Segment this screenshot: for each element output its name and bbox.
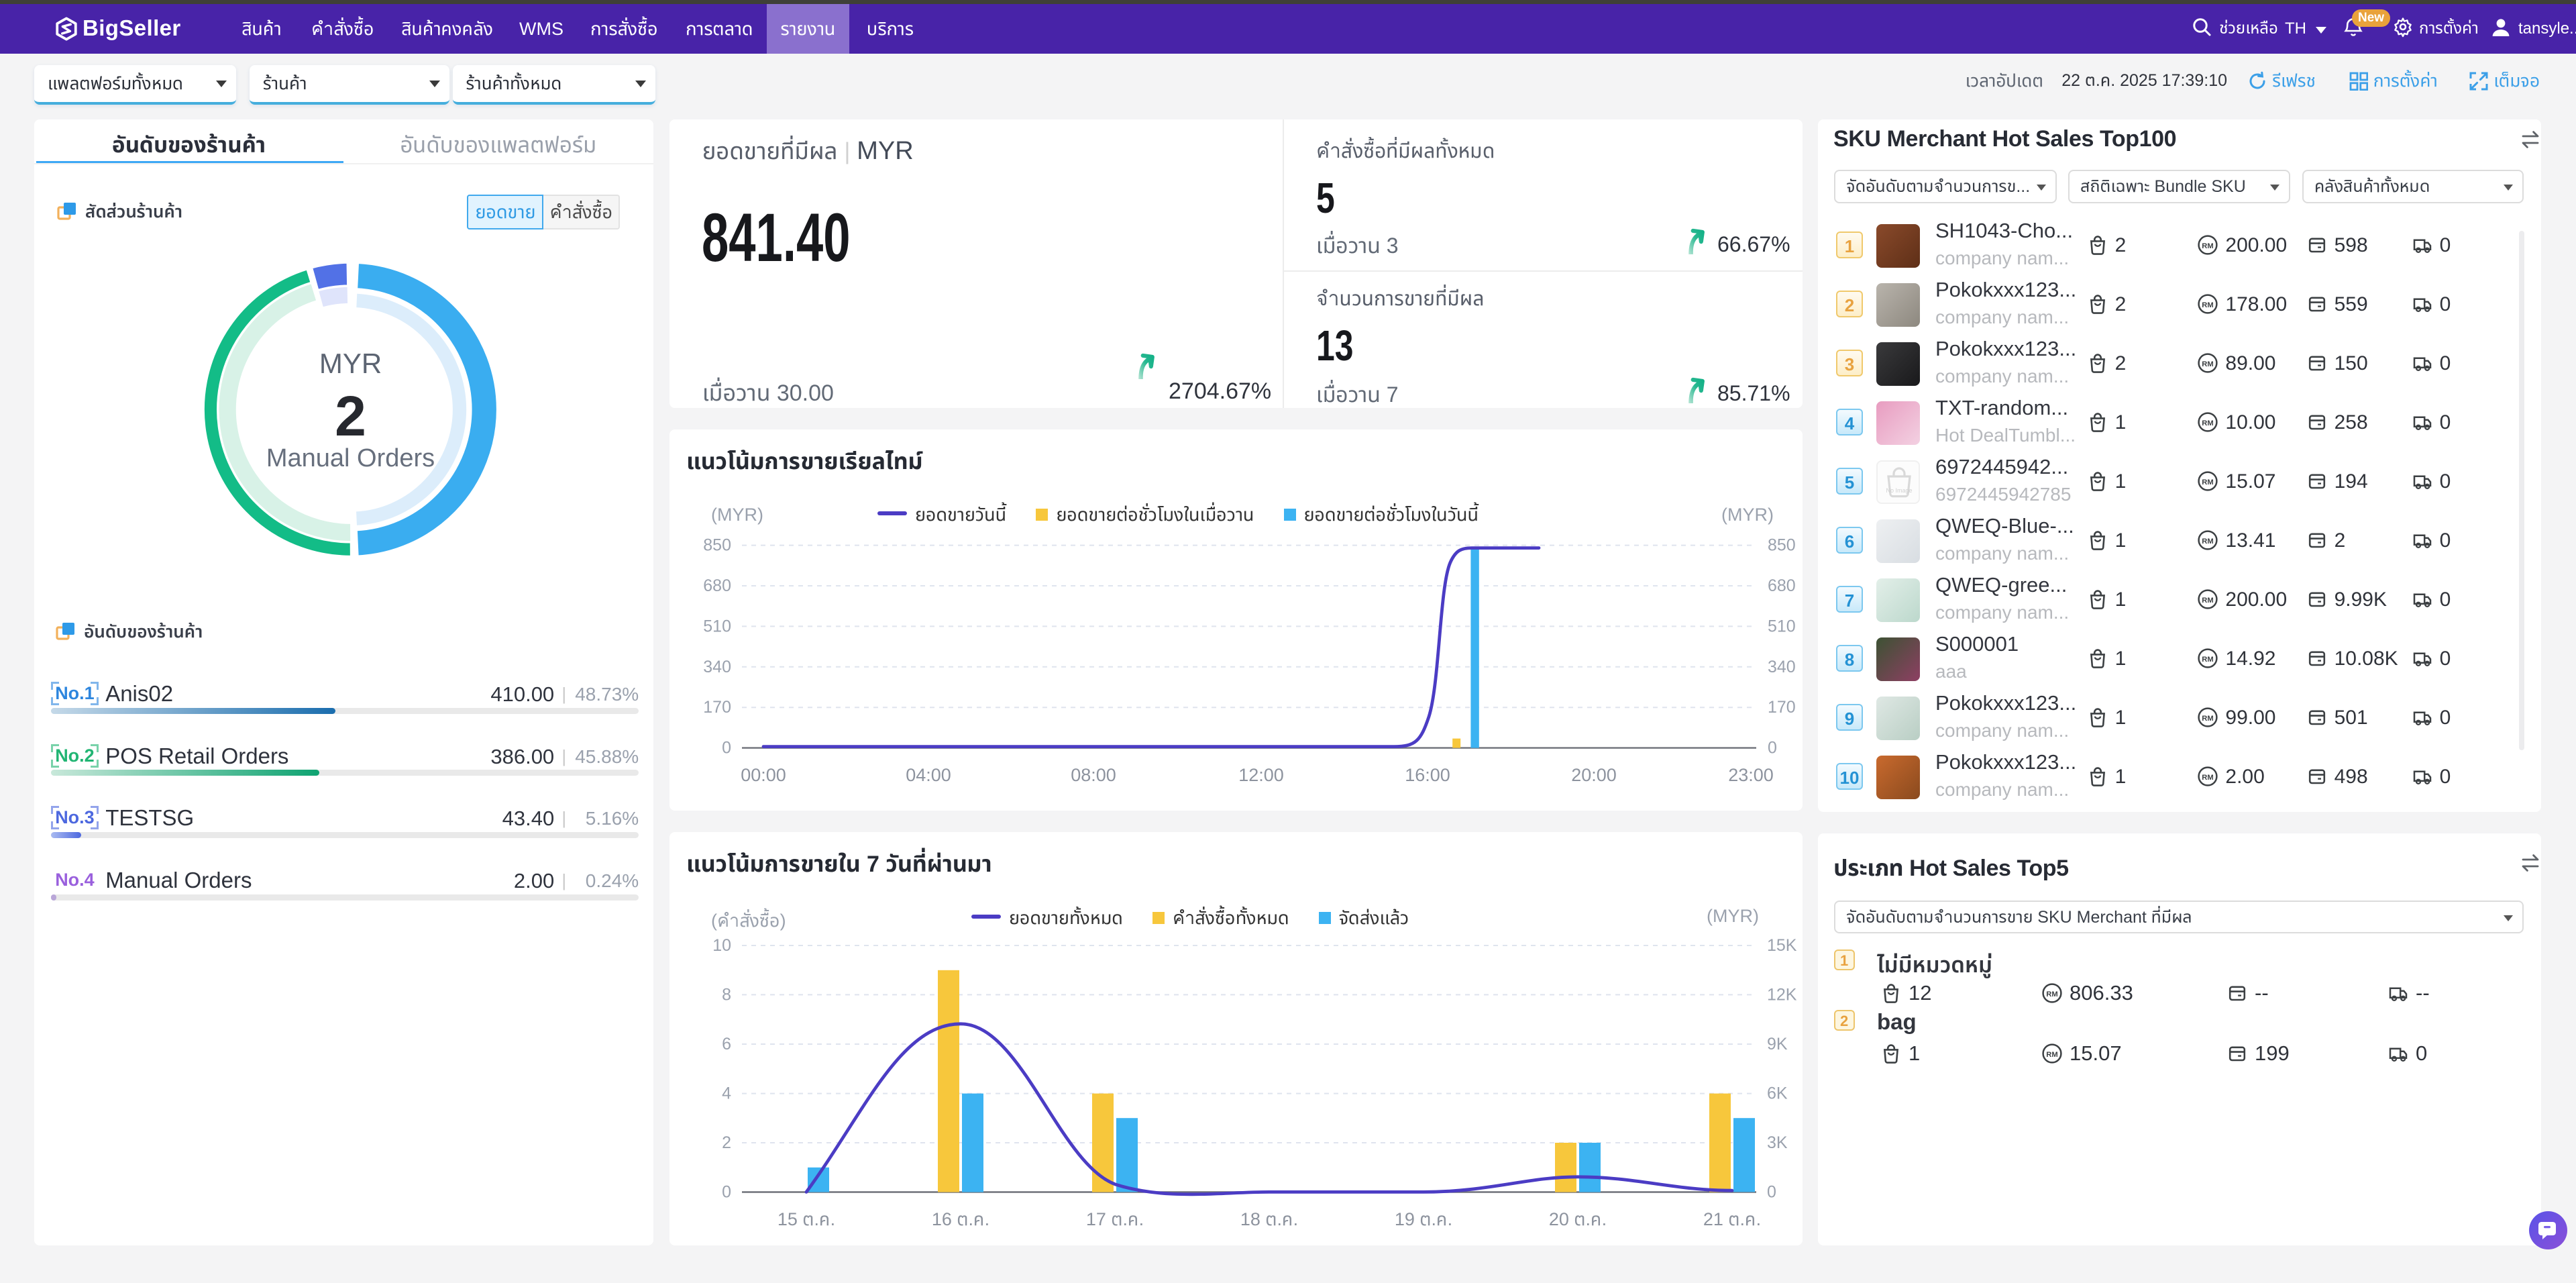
svg-text:18 ต.ค.: 18 ต.ค. [1240, 1209, 1298, 1229]
svg-text:RM: RM [2202, 301, 2214, 309]
svg-text:RM: RM [2202, 478, 2214, 486]
svg-text:850: 850 [703, 536, 731, 555]
svg-text:170: 170 [703, 698, 731, 717]
svg-text:RM: RM [2202, 419, 2214, 427]
svg-text:08:00: 08:00 [1071, 765, 1116, 785]
svg-text:20 ต.ค.: 20 ต.ค. [1549, 1209, 1607, 1229]
svg-text:510: 510 [703, 617, 731, 635]
svg-text:RM: RM [2046, 990, 2057, 998]
svg-text:20:00: 20:00 [1571, 765, 1617, 785]
svg-text:23:00: 23:00 [1728, 765, 1774, 785]
svg-text:17 ต.ค.: 17 ต.ค. [1086, 1209, 1144, 1229]
svg-text:510: 510 [1768, 617, 1796, 635]
svg-text:RM: RM [2202, 597, 2214, 605]
svg-text:15K: 15K [1767, 936, 1797, 955]
svg-text:RM: RM [2202, 360, 2214, 368]
svg-text:15 ต.ค.: 15 ต.ค. [777, 1209, 835, 1229]
svg-text:12K: 12K [1767, 985, 1797, 1004]
svg-text:0: 0 [1768, 739, 1777, 758]
svg-text:9K: 9K [1767, 1035, 1788, 1054]
svg-text:RM: RM [2202, 774, 2214, 782]
svg-text:680: 680 [703, 576, 731, 595]
svg-text:0: 0 [722, 739, 731, 758]
svg-text:16:00: 16:00 [1405, 765, 1450, 785]
svg-text:RM: RM [2046, 1051, 2057, 1059]
svg-text:680: 680 [1768, 576, 1796, 595]
svg-text:340: 340 [1768, 658, 1796, 676]
svg-text:00:00: 00:00 [741, 765, 786, 785]
svg-text:8: 8 [722, 985, 731, 1004]
svg-text:19 ต.ค.: 19 ต.ค. [1395, 1209, 1452, 1229]
svg-text:0: 0 [722, 1182, 731, 1201]
svg-text:3K: 3K [1767, 1133, 1788, 1152]
svg-text:12:00: 12:00 [1238, 765, 1284, 785]
svg-text:No Image: No Image [1886, 487, 1913, 494]
svg-text:16 ต.ค.: 16 ต.ค. [932, 1209, 989, 1229]
svg-text:RM: RM [2202, 715, 2214, 723]
svg-text:6K: 6K [1767, 1084, 1788, 1103]
svg-text:170: 170 [1768, 698, 1796, 717]
svg-text:21 ต.ค.: 21 ต.ค. [1703, 1209, 1761, 1229]
svg-text:RM: RM [2202, 537, 2214, 546]
svg-text:10: 10 [712, 936, 731, 955]
svg-text:RM: RM [2202, 242, 2214, 250]
svg-text:0: 0 [1767, 1182, 1776, 1201]
svg-text:4: 4 [722, 1084, 731, 1103]
svg-text:RM: RM [2202, 656, 2214, 664]
svg-text:2: 2 [722, 1133, 731, 1152]
svg-text:340: 340 [703, 658, 731, 676]
svg-text:850: 850 [1768, 536, 1796, 555]
svg-text:04:00: 04:00 [906, 765, 951, 785]
svg-text:6: 6 [722, 1035, 731, 1054]
